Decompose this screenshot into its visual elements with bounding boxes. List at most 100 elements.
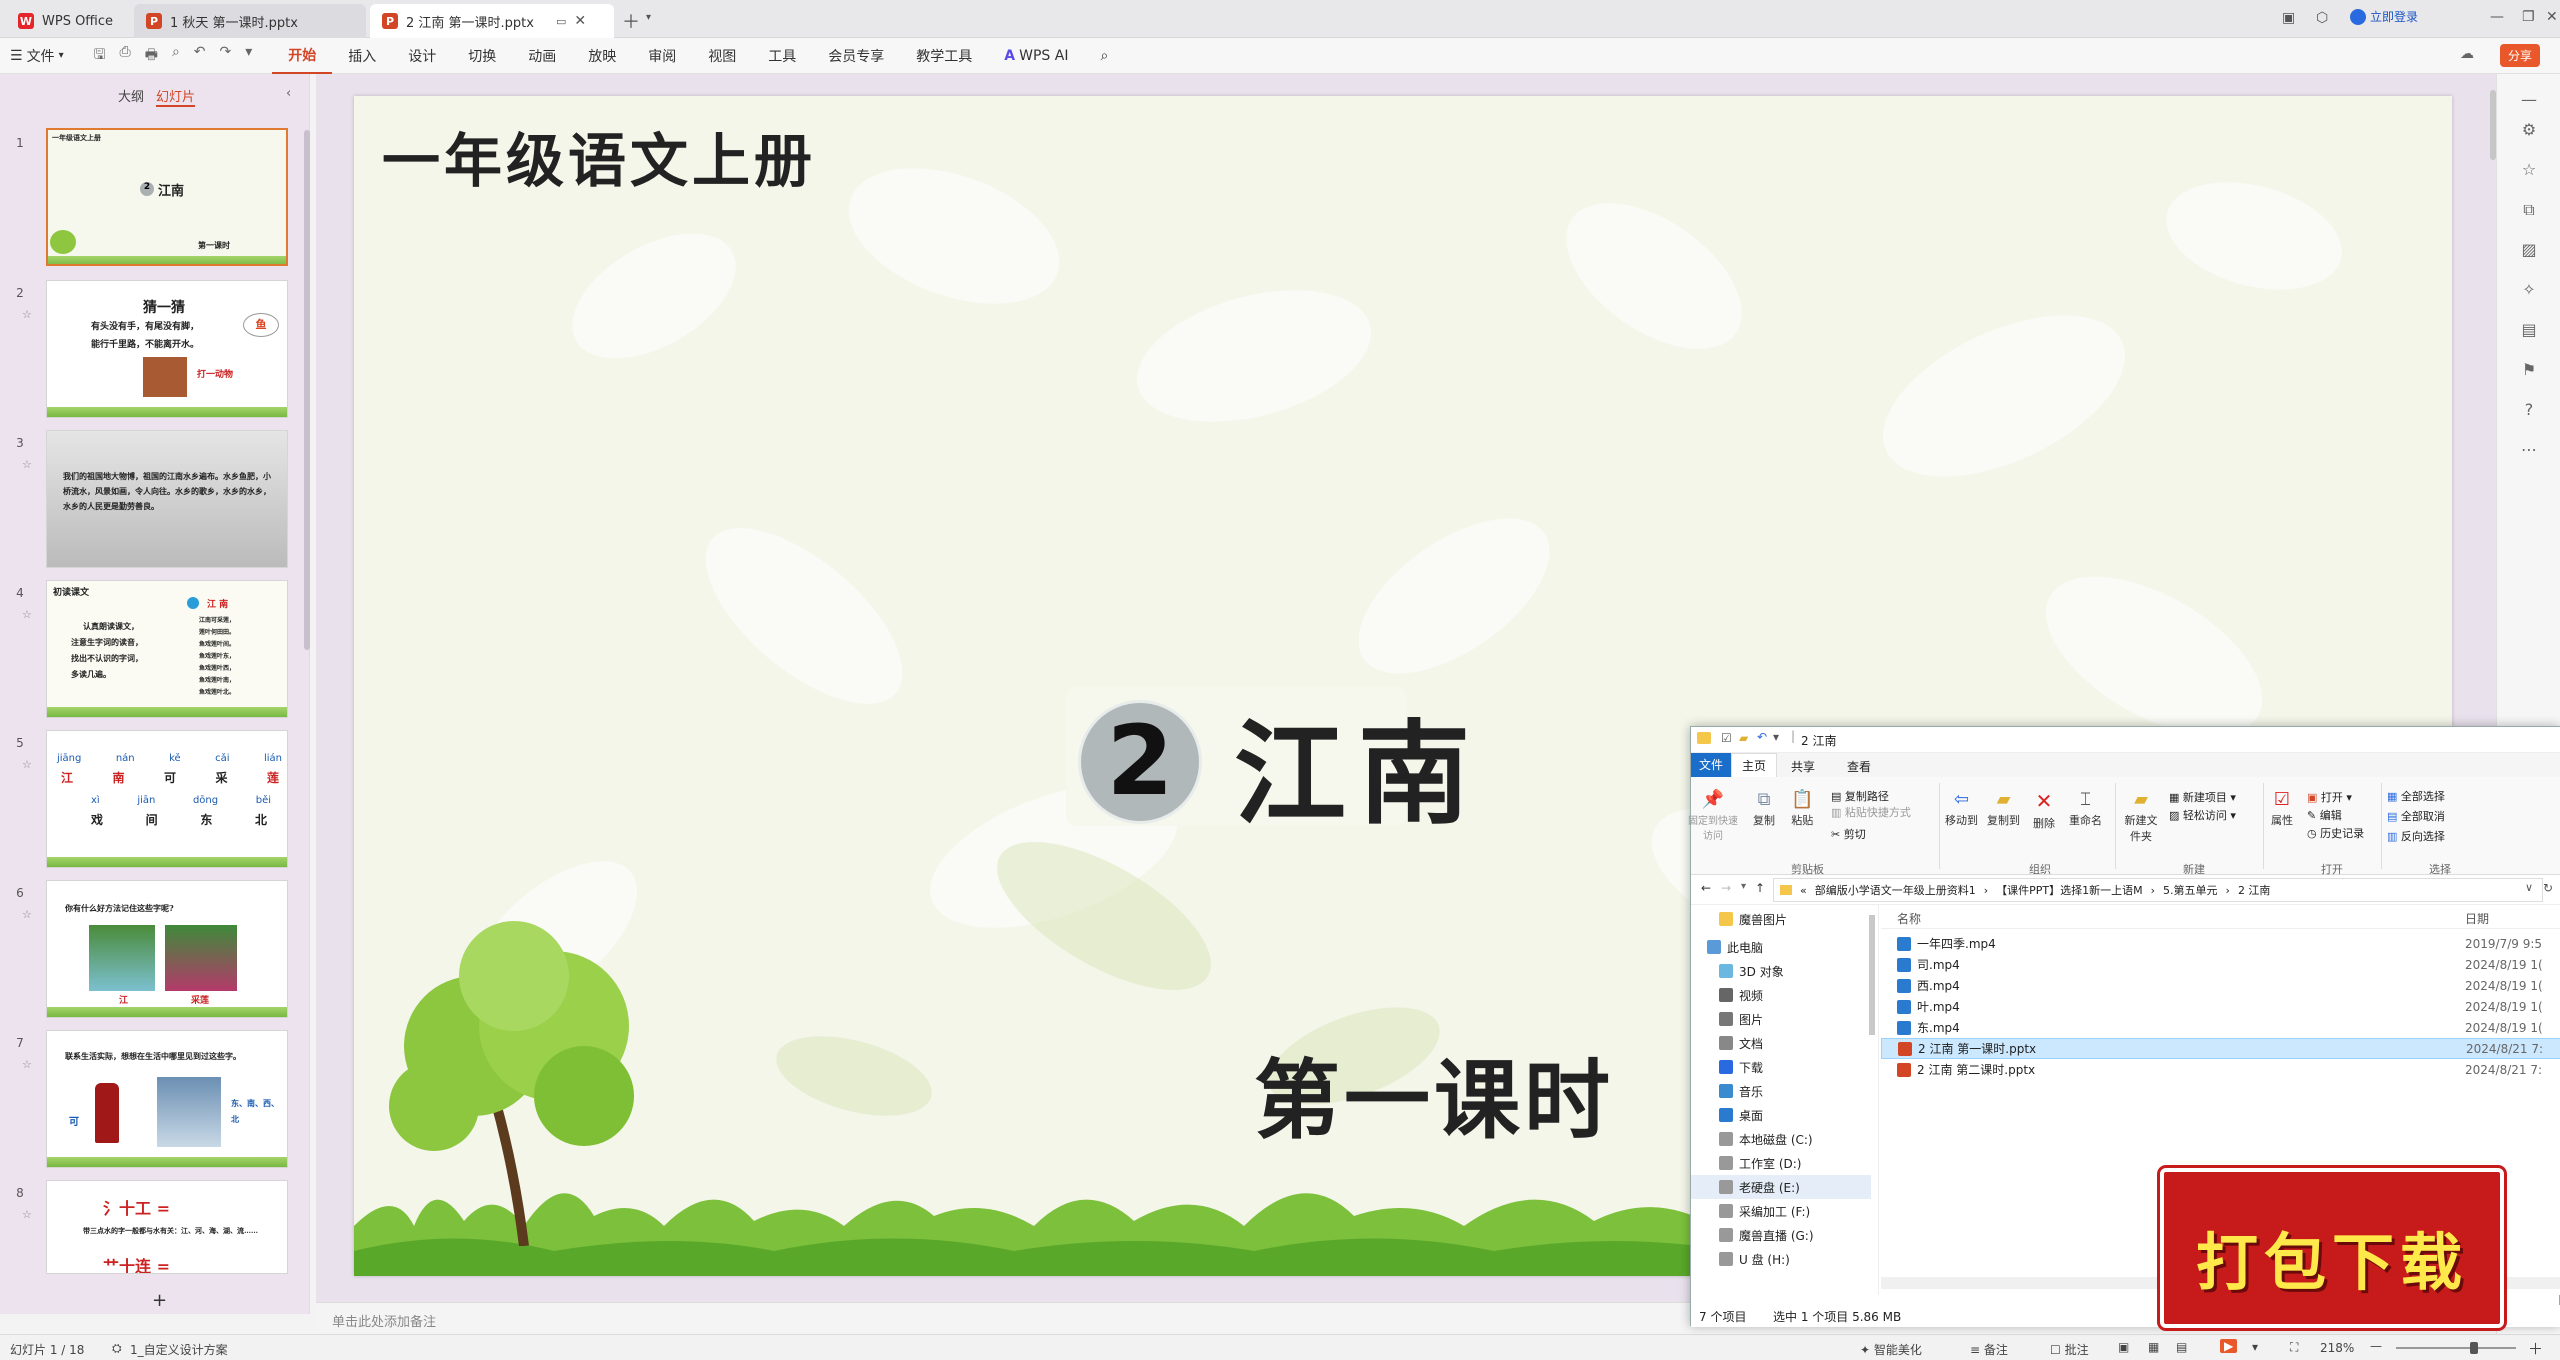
book-icon[interactable]: ▤ (2517, 320, 2541, 344)
magic-wand-icon[interactable]: ✧ (2517, 280, 2541, 304)
close-window-icon[interactable]: ✕ (2546, 9, 2558, 25)
nav-item[interactable]: 文档 (1719, 1031, 1763, 1055)
panel-scrollbar[interactable] (304, 130, 310, 650)
help-icon[interactable]: ? (2517, 400, 2541, 424)
zoom-out-icon[interactable]: — (2370, 1339, 2382, 1353)
notes-button[interactable]: ≡ 备注 (1970, 1341, 2008, 1358)
slide-thumbnail-2[interactable]: 猜一猜 有头没有手，有尾没有脚， 能行千里路，不能离开水。 鱼 打一动物 (46, 280, 288, 418)
nav-item[interactable]: 工作室 (D:) (1719, 1151, 1801, 1175)
tab-document-2[interactable]: P 2 江南 第一课时.pptx ▭ ✕ (370, 4, 614, 38)
close-tab-icon[interactable]: ✕ (574, 13, 586, 29)
menu-animation[interactable]: 动画 (512, 38, 572, 74)
menu-home[interactable]: 开始 (272, 38, 333, 74)
cloud-icon[interactable]: ☁ (2460, 46, 2474, 62)
breadcrumb-item[interactable]: 5.第五单元 (2163, 882, 2218, 898)
up-icon[interactable]: ↑ (1755, 881, 1765, 895)
chevron-down-icon[interactable]: ▾ (646, 12, 651, 23)
breadcrumb-item[interactable]: 部编版小学语文一年级上册资料1 (1815, 882, 1976, 898)
menu-transition[interactable]: 切换 (452, 38, 512, 74)
nav-item[interactable]: 魔兽图片 (1719, 907, 1787, 931)
properties-icon[interactable]: ☑ (1721, 731, 1732, 745)
star-icon[interactable]: ☆ (22, 308, 32, 321)
star-icon[interactable]: ☆ (22, 458, 32, 471)
cut-button[interactable]: ✂ 剪切 (1831, 827, 1911, 843)
pdf-icon[interactable]: ⎙ (120, 44, 131, 68)
theme-name[interactable]: 1_自定义设计方案 (130, 1341, 228, 1358)
invert-selection-button[interactable]: ▥ 反向选择 (2387, 827, 2445, 847)
zoom-slider[interactable] (2396, 1347, 2516, 1349)
breadcrumb[interactable]: « 部编版小学语文一年级上册资料1 › 【课件PPT】选择1新一上语M › 5.… (1773, 878, 2543, 902)
slide-thumbnail-7[interactable]: 联系生活实际，想想在生活中哪里见到过这些字。 可 东、南、西、北 (46, 1030, 288, 1168)
nav-item[interactable]: 魔兽直播 (G:) (1719, 1223, 1814, 1247)
undo-icon[interactable]: ↶ (1757, 730, 1767, 744)
menu-insert[interactable]: 插入 (332, 38, 392, 74)
wps-ai-button[interactable]: A WPS AI (988, 38, 1084, 74)
shirt-icon[interactable]: ⚑ (2517, 360, 2541, 384)
select-all-button[interactable]: ▦ 全部选择 (2387, 787, 2445, 807)
chevron-down-icon[interactable]: ▾ (2252, 1340, 2258, 1354)
pin-quick-access-button[interactable]: 📌 固定到快速访问 (1688, 789, 1738, 842)
menu-design[interactable]: 设计 (392, 38, 452, 74)
chevron-down-icon[interactable]: ▾ (245, 44, 252, 68)
save-icon[interactable]: 🖫 (94, 44, 106, 68)
menu-teaching-tools[interactable]: 教学工具 (900, 38, 988, 74)
file-row-selected[interactable]: 2 江南 第一课时.pptx 2024/8/21 7: (1881, 1038, 2560, 1059)
zoom-in-icon[interactable]: ＋ (2528, 1338, 2543, 1359)
file-row[interactable]: 司.mp4 2024/8/19 1( (1881, 954, 2560, 975)
restore-icon[interactable]: ❐ (2522, 9, 2535, 25)
select-none-button[interactable]: ▤ 全部取消 (2387, 807, 2445, 827)
nav-item[interactable]: 音乐 (1719, 1079, 1763, 1103)
chevron-down-icon[interactable]: ∨ (2525, 881, 2533, 894)
column-name[interactable]: 名称 (1897, 910, 1921, 927)
column-date[interactable]: 日期 (2465, 910, 2489, 927)
menu-slideshow[interactable]: 放映 (572, 38, 632, 74)
redo-icon[interactable]: ↷ (220, 44, 232, 68)
edit-button[interactable]: ✎ 编辑 (2307, 807, 2364, 825)
breadcrumb-item[interactable]: 2 江南 (2238, 882, 2271, 898)
slide-thumbnail-4[interactable]: 初读课文 认真朗读课文， 注意生字词的读音， 找出不认识的字词， 多读几遍。 江… (46, 580, 288, 718)
menu-view[interactable]: 视图 (692, 38, 752, 74)
add-slide-button[interactable]: + (152, 1290, 167, 1311)
tab-share[interactable]: 共享 (1791, 758, 1815, 775)
comments-button[interactable]: ☐ 批注 (2050, 1341, 2089, 1358)
slide-thumbnail-5[interactable]: jiāng nán kě cǎi lián 江 南 可 采 莲 xì jiān … (46, 730, 288, 868)
star-icon[interactable]: ☆ (22, 758, 32, 771)
nav-item[interactable]: 下载 (1719, 1055, 1763, 1079)
paste-button[interactable]: 📋 粘贴 (1791, 789, 1813, 828)
nav-item-selected[interactable]: 老硬盘 (E:) (1691, 1175, 1871, 1199)
collapse-panel-icon[interactable]: ‹ (286, 86, 291, 101)
download-package-banner[interactable]: 打包下载 (2160, 1168, 2504, 1328)
nav-scrollbar[interactable] (1869, 915, 1875, 1035)
nav-item[interactable]: 此电脑 (1707, 935, 1763, 959)
new-item-button[interactable]: ▦ 新建项目 ▾ (2169, 789, 2236, 807)
delete-button[interactable]: ✕ 删除 (2033, 789, 2055, 831)
slide-thumbnail-6[interactable]: 你有什么好方法记住这些字呢? 江 采莲 (46, 880, 288, 1018)
history-button[interactable]: ◷ 历史记录 (2307, 825, 2364, 843)
minimize-icon[interactable]: — (2490, 9, 2504, 25)
properties-button[interactable]: ☑ 属性 (2271, 789, 2293, 828)
reading-view-icon[interactable]: ▤ (2176, 1340, 2187, 1354)
file-row[interactable]: 东.mp4 2024/8/19 1( (1881, 1017, 2560, 1038)
tab-document-1[interactable]: P 1 秋天 第一课时.pptx (134, 4, 366, 38)
star-icon[interactable]: ☆ (22, 1208, 32, 1221)
zoom-level[interactable]: 218% (2320, 1341, 2354, 1355)
menu-member[interactable]: 会员专享 (812, 38, 900, 74)
nav-item[interactable]: 图片 (1719, 1007, 1763, 1031)
tab-wps-office[interactable]: W WPS Office (6, 4, 132, 38)
new-tab-icon[interactable]: ＋ (622, 8, 640, 34)
nav-item[interactable]: U 盘 (H:) (1719, 1247, 1790, 1271)
file-row[interactable]: 一年四季.mp4 2019/7/9 9:5 (1881, 933, 2560, 954)
chevron-down-icon[interactable]: ▾ (1741, 881, 1746, 892)
nav-item[interactable]: 视频 (1719, 983, 1763, 1007)
refresh-icon[interactable]: ↻ (2543, 881, 2553, 895)
rename-button[interactable]: ⌶ 重命名 (2069, 789, 2102, 828)
breadcrumb-item[interactable]: 【课件PPT】选择1新一上语M (1996, 882, 2142, 898)
nav-item[interactable]: 3D 对象 (1719, 959, 1784, 983)
search-icon[interactable]: ⌕ (1084, 38, 1124, 74)
file-row[interactable]: 2 江南 第二课时.pptx 2024/8/21 7: (1881, 1059, 2560, 1080)
zoom-slider-thumb[interactable] (2470, 1342, 2478, 1354)
slide-subtitle[interactable]: 第一课时 (1254, 1030, 1614, 1155)
slideshow-icon[interactable]: ▶ (2220, 1339, 2238, 1353)
copy-path-button[interactable]: ▤ 复制路径 (1831, 789, 1911, 805)
nav-item[interactable]: 桌面 (1719, 1103, 1763, 1127)
